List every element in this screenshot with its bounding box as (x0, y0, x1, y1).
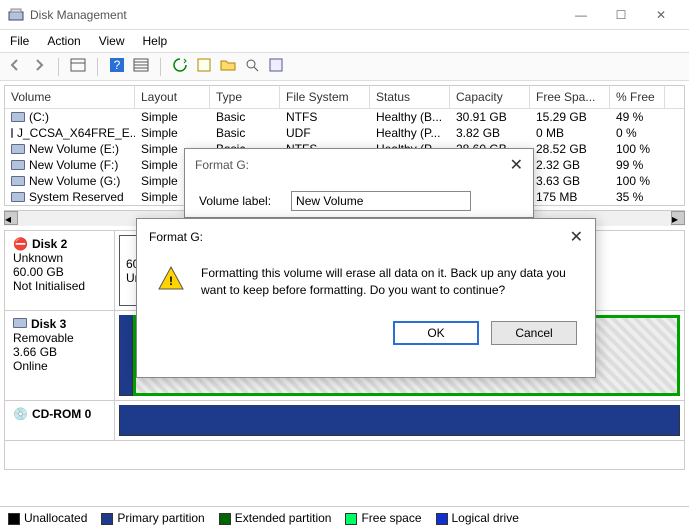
col-capacity[interactable]: Capacity (450, 86, 530, 108)
col-status[interactable]: Status (370, 86, 450, 108)
col-fs[interactable]: File System (280, 86, 370, 108)
legend-primary: Primary partition (101, 511, 204, 525)
dialog-title: Format G: (149, 230, 203, 244)
cancel-button[interactable]: Cancel (491, 321, 577, 345)
menu-action[interactable]: Action (47, 34, 80, 48)
svg-text:!: ! (169, 274, 173, 288)
volume-label-text: Volume label: (199, 194, 271, 208)
help-icon[interactable]: ? (108, 56, 126, 77)
search-icon[interactable] (243, 56, 261, 77)
col-layout[interactable]: Layout (135, 86, 210, 108)
forward-icon[interactable] (30, 56, 48, 77)
minimize-button[interactable]: — (561, 1, 601, 29)
legend-free: Free space (345, 511, 421, 525)
col-type[interactable]: Type (210, 86, 280, 108)
format-dialog: Format G: ✕ Volume label: (184, 148, 534, 218)
partition[interactable] (119, 405, 680, 436)
open-icon[interactable] (219, 56, 237, 77)
col-pct[interactable]: % Free (610, 86, 665, 108)
confirm-dialog: Format G: ✕ ! Formatting this volume wil… (136, 218, 596, 378)
legend-unallocated: Unallocated (8, 511, 87, 525)
disk-info: ⛔Disk 2 Unknown 60.00 GB Not Initialised (5, 231, 115, 310)
menu-help[interactable]: Help (143, 34, 168, 48)
disk-row-cdrom[interactable]: 💿CD-ROM 0 (5, 401, 684, 441)
drive-icon (11, 144, 25, 154)
scroll-left-icon[interactable]: ◂ (4, 211, 18, 225)
volume-label-input[interactable] (291, 191, 471, 211)
warning-icon: ! (157, 265, 185, 293)
properties-icon[interactable] (195, 56, 213, 77)
toolbar: ? (0, 53, 689, 81)
drive-icon (11, 128, 13, 138)
panel-icon[interactable] (69, 56, 87, 77)
window-title: Disk Management (30, 8, 561, 22)
window-titlebar: Disk Management — ☐ ✕ (0, 0, 689, 30)
dialog-message: Formatting this volume will erase all da… (201, 265, 575, 299)
drive-icon (11, 160, 25, 170)
drive-icon (11, 176, 25, 186)
menu-view[interactable]: View (99, 34, 125, 48)
refresh-icon[interactable] (171, 56, 189, 77)
legend-extended: Extended partition (219, 511, 332, 525)
maximize-button[interactable]: ☐ (601, 1, 641, 29)
close-button[interactable]: ✕ (641, 1, 681, 29)
legend-logical: Logical drive (436, 511, 519, 525)
cd-icon: 💿 (13, 407, 28, 421)
error-icon: ⛔ (13, 237, 28, 251)
legend: Unallocated Primary partition Extended p… (0, 506, 689, 529)
partition-header[interactable] (119, 315, 133, 396)
col-free[interactable]: Free Spa... (530, 86, 610, 108)
close-icon[interactable]: ✕ (510, 155, 523, 175)
list-icon[interactable] (132, 56, 150, 77)
close-icon[interactable]: ✕ (570, 227, 583, 247)
disk-icon (13, 317, 27, 331)
table-row[interactable]: J_CCSA_X64FRE_E...SimpleBasicUDFHealthy … (5, 125, 684, 141)
dialog-title: Format G: (195, 158, 249, 172)
drive-icon (11, 112, 25, 122)
table-header: Volume Layout Type File System Status Ca… (5, 86, 684, 109)
back-icon[interactable] (6, 56, 24, 77)
menu-file[interactable]: File (10, 34, 29, 48)
ok-button[interactable]: OK (393, 321, 479, 345)
drive-icon (11, 192, 25, 202)
disk-info: 💿CD-ROM 0 (5, 401, 115, 440)
task-icon[interactable] (267, 56, 285, 77)
disk-info: Disk 3 Removable 3.66 GB Online (5, 311, 115, 400)
svg-text:?: ? (114, 58, 121, 72)
menu-bar: File Action View Help (0, 30, 689, 53)
scroll-right-icon[interactable]: ▸ (671, 211, 685, 225)
table-row[interactable]: (C:)SimpleBasicNTFSHealthy (B...30.91 GB… (5, 109, 684, 125)
app-icon (8, 7, 24, 23)
col-volume[interactable]: Volume (5, 86, 135, 108)
